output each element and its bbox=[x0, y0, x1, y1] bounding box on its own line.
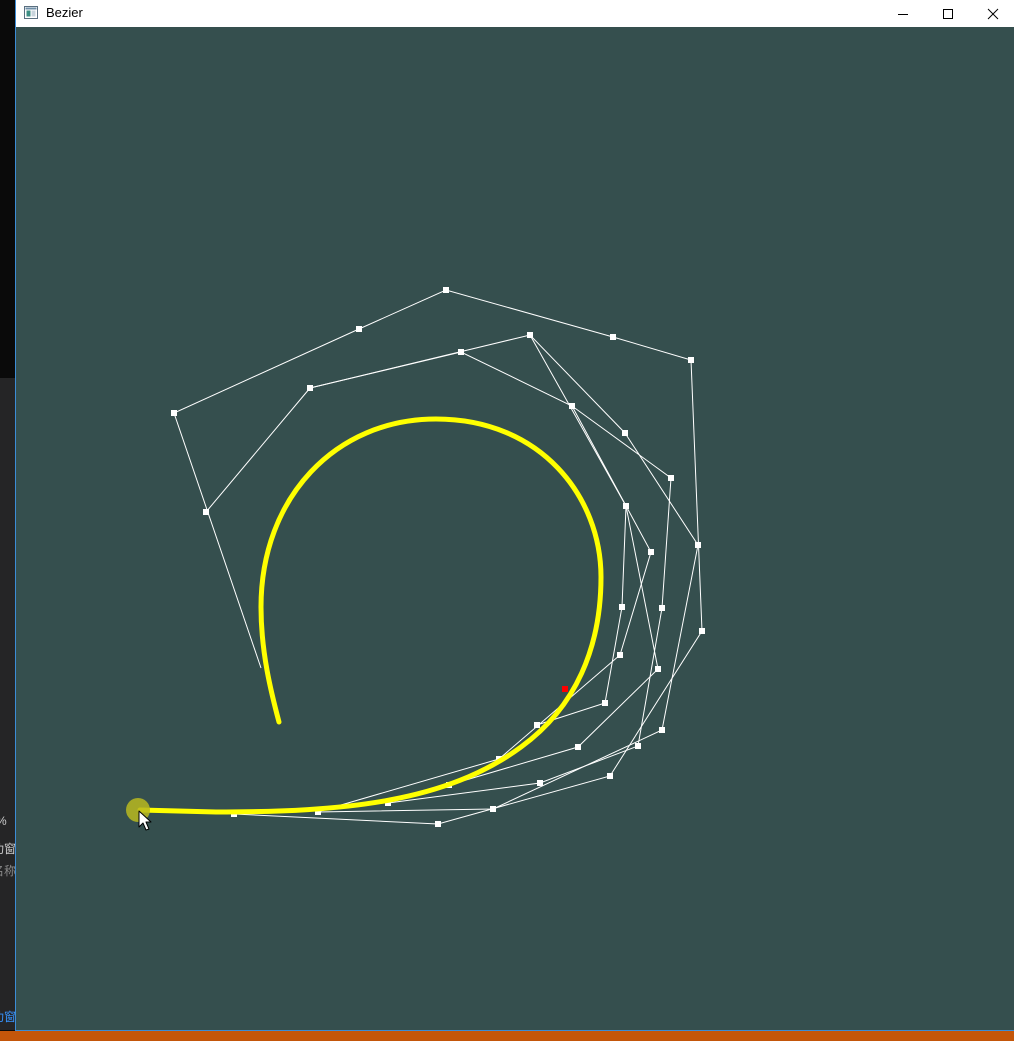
background-app-text: 功窗 bbox=[0, 1010, 15, 1024]
intermediate-point bbox=[307, 385, 313, 391]
current-curve-point bbox=[562, 686, 568, 692]
minimize-icon bbox=[898, 13, 908, 15]
maximize-button[interactable] bbox=[925, 0, 971, 27]
app-window: Bezier bbox=[15, 0, 1014, 1031]
intermediate-point bbox=[619, 604, 625, 610]
intermediate-point bbox=[695, 542, 701, 548]
control-point[interactable] bbox=[171, 410, 177, 416]
intermediate-point bbox=[622, 430, 628, 436]
background-app-text: 功窗 bbox=[0, 842, 15, 856]
intermediate-point bbox=[659, 605, 665, 611]
bezier-canvas[interactable] bbox=[16, 27, 1014, 1030]
background-app-text: 名称 bbox=[0, 864, 15, 878]
intermediate-point bbox=[635, 743, 641, 749]
control-point[interactable] bbox=[699, 628, 705, 634]
control-polygon bbox=[173, 289, 703, 825]
intermediate-point bbox=[458, 349, 464, 355]
control-point[interactable] bbox=[435, 821, 441, 827]
intermediate-point bbox=[575, 744, 581, 750]
screen: % 功窗 名称 功窗 Bezier bbox=[0, 0, 1014, 1041]
bezier-curve bbox=[137, 416, 604, 815]
window-title: Bezier bbox=[46, 5, 83, 20]
control-points bbox=[171, 287, 705, 827]
intermediate-point bbox=[648, 549, 654, 555]
intermediate-point bbox=[527, 332, 533, 338]
background-app-panel bbox=[0, 378, 15, 1030]
close-icon bbox=[987, 8, 999, 19]
intermediate-point bbox=[203, 509, 209, 515]
intermediate-point bbox=[659, 727, 665, 733]
bezier-scene bbox=[126, 287, 705, 831]
control-point[interactable] bbox=[688, 357, 694, 363]
taskbar-strip bbox=[0, 1031, 1014, 1041]
intermediate-point bbox=[668, 475, 674, 481]
intermediate-point bbox=[617, 652, 623, 658]
control-point[interactable] bbox=[443, 287, 449, 293]
intermediate-point bbox=[602, 700, 608, 706]
intermediate-point bbox=[537, 780, 543, 786]
intermediate-point bbox=[655, 666, 661, 672]
title-bar[interactable]: Bezier bbox=[16, 0, 1014, 27]
maximize-icon bbox=[943, 8, 953, 19]
intermediate-point bbox=[490, 806, 496, 812]
intermediate-point bbox=[534, 722, 540, 728]
close-button[interactable] bbox=[970, 0, 1014, 27]
intermediate-point bbox=[623, 503, 629, 509]
control-polygon-level-2 bbox=[309, 351, 672, 804]
control-point[interactable] bbox=[356, 326, 362, 332]
minimize-button[interactable] bbox=[880, 0, 926, 27]
control-polygon-level-5 bbox=[536, 505, 627, 726]
app-window-icon bbox=[24, 6, 38, 19]
control-polygon-level-1 bbox=[205, 334, 699, 813]
intermediate-point bbox=[569, 403, 575, 409]
background-app-text: % bbox=[0, 812, 15, 830]
control-point[interactable] bbox=[610, 334, 616, 340]
control-point[interactable] bbox=[607, 773, 613, 779]
